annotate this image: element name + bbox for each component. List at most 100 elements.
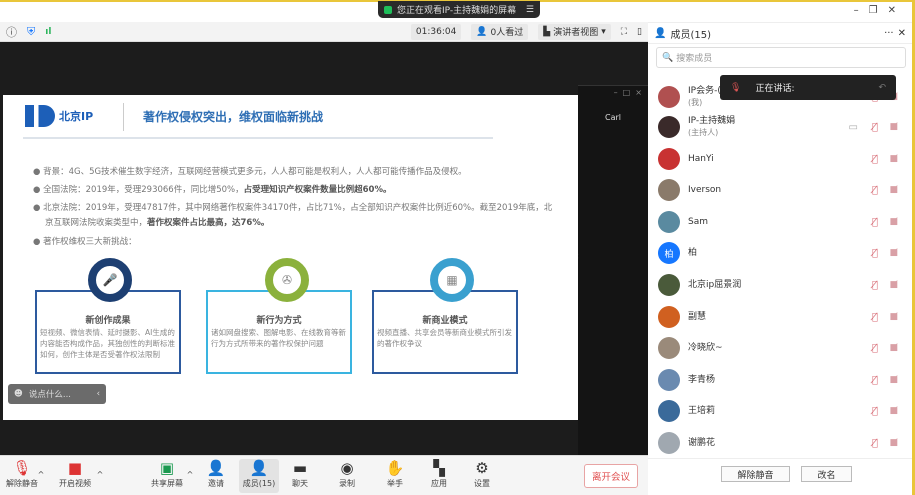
share-banner-text: 您正在观看IP-主持魏娟的屏幕 bbox=[397, 6, 517, 16]
share-options-chevron[interactable]: ^ bbox=[185, 470, 195, 479]
invite-button[interactable]: 👤 邀请 bbox=[196, 459, 236, 489]
avatar bbox=[658, 337, 680, 359]
member-row[interactable]: 谢鹏花 🎙̸ ■̸ bbox=[658, 429, 898, 457]
mic-muted-icon[interactable]: 🎙̸ bbox=[872, 280, 878, 291]
video-options-chevron[interactable]: ^ bbox=[95, 470, 105, 479]
share-banner[interactable]: 您正在观看IP-主持魏娟的屏幕 ☰ bbox=[378, 1, 540, 18]
share-screen-icon: ▣ bbox=[159, 459, 175, 477]
meeting-timer: 01:36:04 bbox=[410, 23, 462, 40]
member-row[interactable]: 冷晓欣~ 🎙̸ ■̸ bbox=[658, 334, 898, 362]
camera-off-icon[interactable]: ■̸ bbox=[889, 217, 898, 227]
more-icon[interactable]: ··· bbox=[884, 28, 894, 39]
unmute-all-button[interactable]: 解除静音 bbox=[721, 466, 790, 482]
camera-off-icon[interactable]: ■̸ bbox=[889, 375, 898, 385]
close-panel-icon[interactable]: ✕ bbox=[898, 28, 906, 39]
raise-hand-button[interactable]: ✋ 举手 bbox=[375, 459, 415, 489]
search-placeholder: 搜索成员 bbox=[676, 54, 713, 64]
info-bar: ⓘ ⛨ ıl 01:36:04 👤 0人看过 ▙ 演讲者视图 ▾ ⛶ ▯ bbox=[0, 22, 648, 42]
mic-muted-icon[interactable]: 🎙̸ bbox=[872, 312, 878, 323]
logo-mark-icon bbox=[25, 105, 55, 127]
view-mode-dropdown[interactable]: ▙ 演讲者视图 ▾ bbox=[538, 23, 611, 40]
close-icon[interactable]: ✕ bbox=[888, 5, 906, 16]
member-role: (主持人) bbox=[688, 128, 719, 137]
start-video-button[interactable]: ■ 开启视频 bbox=[55, 459, 95, 489]
member-name: Iverson bbox=[688, 184, 722, 195]
mic-muted-icon[interactable]: 🎙̸ bbox=[872, 122, 878, 133]
mic-muted-icon[interactable]: 🎙̸ bbox=[872, 406, 878, 417]
mic-muted-icon[interactable]: 🎙̸ bbox=[872, 343, 878, 354]
mic-muted-icon[interactable]: 🎙̸ bbox=[872, 185, 878, 196]
film-strip-icon: ▦ bbox=[430, 258, 474, 302]
fullscreen-icon[interactable]: ⛶ bbox=[621, 27, 627, 37]
member-name: Sam bbox=[688, 216, 708, 227]
shield-icon[interactable]: ⛨ bbox=[27, 25, 35, 39]
camera-off-icon[interactable]: ■̸ bbox=[889, 248, 898, 258]
viewers-button[interactable]: 👤 0人看过 bbox=[471, 23, 529, 40]
emoji-icon[interactable]: ☻ bbox=[14, 389, 23, 399]
mic-muted-icon[interactable]: 🎙̸ bbox=[872, 154, 878, 165]
meeting-toolbar: 🎙 解除静音 ^ ■ 开启视频 ^ ▣ 共享屏幕 ^ 👤 邀请 👤 成员(15) ▬ 聊天 … bbox=[0, 455, 648, 495]
sidebar-toggle-icon[interactable]: ▯ bbox=[637, 27, 642, 37]
chat-icon: ▬ bbox=[292, 459, 308, 477]
film-reel-icon: ✇ bbox=[265, 258, 309, 302]
member-row[interactable]: 李青杨 🎙̸ ■̸ bbox=[658, 366, 898, 394]
member-row[interactable]: Sam 🎙̸ ■̸ bbox=[658, 208, 898, 236]
camera-off-icon[interactable]: ■̸ bbox=[889, 154, 898, 164]
collapse-icon[interactable]: ‹ bbox=[97, 389, 100, 399]
chat-input[interactable]: ☻ 说点什么... ‹ bbox=[8, 384, 106, 404]
member-row[interactable]: HanYi 🎙̸ ■̸ bbox=[658, 145, 898, 173]
member-row[interactable]: 柏 柏 🎙̸ ■̸ bbox=[658, 239, 898, 267]
camera-off-icon[interactable]: ■̸ bbox=[889, 280, 898, 290]
restore-icon[interactable]: ❐ bbox=[869, 5, 888, 16]
member-search-input[interactable]: 🔍 搜索成员 bbox=[656, 47, 906, 68]
record-icon: ◉ bbox=[340, 459, 354, 477]
share-screen-button[interactable]: ▣ 共享屏幕 bbox=[145, 459, 189, 489]
view-mode-label: 演讲者视图 bbox=[553, 28, 599, 38]
chat-placeholder: 说点什么... bbox=[28, 390, 71, 400]
minimize-icon[interactable]: – bbox=[854, 5, 869, 16]
mic-muted-icon[interactable]: 🎙̸ bbox=[872, 375, 878, 386]
panel-header: 👤 成员(15) ··· ✕ bbox=[648, 22, 912, 44]
logo-text: 北京IP bbox=[59, 110, 94, 123]
member-row[interactable]: 副慧 🎙̸ ■̸ bbox=[658, 303, 898, 331]
mic-muted-icon[interactable]: 🎙̸ bbox=[872, 248, 878, 259]
info-icon[interactable]: ⓘ bbox=[6, 24, 17, 40]
camera-off-icon[interactable]: ■̸ bbox=[889, 312, 898, 322]
record-button[interactable]: ◉ 录制 bbox=[327, 459, 367, 489]
window-controls: –❐✕ bbox=[854, 5, 906, 16]
camera-off-icon[interactable]: ■̸ bbox=[889, 343, 898, 353]
window-controls: – □ × bbox=[613, 88, 642, 97]
member-row[interactable]: 北京ip屈景润 🎙̸ ■̸ bbox=[658, 271, 898, 299]
microphone-icon: 🎤 bbox=[88, 258, 132, 302]
settings-button[interactable]: ⚙ 设置 bbox=[462, 459, 502, 489]
camera-off-icon[interactable]: ■̸ bbox=[889, 122, 898, 132]
audio-options-chevron[interactable]: ^ bbox=[36, 470, 46, 479]
search-icon: 🔍 bbox=[662, 52, 674, 63]
bullet-2: ● 全国法院：2019年，受理293066件，同比增50%，占受理知识产权案件数… bbox=[33, 185, 392, 195]
speaking-label: 正在讲话: bbox=[755, 84, 795, 94]
member-row[interactable]: 王培莉 🎙̸ ■̸ bbox=[658, 397, 898, 425]
chat-button[interactable]: ▬ 聊天 bbox=[280, 459, 320, 489]
member-role: (我) bbox=[688, 98, 703, 107]
signal-icon[interactable]: ıl bbox=[45, 27, 51, 37]
member-row[interactable]: IP-主持魏娟 (主持人) ▭ 🎙̸ ■̸ bbox=[658, 113, 898, 141]
member-name: 谢鹏花 bbox=[688, 437, 716, 448]
collapse-arrow-icon[interactable]: ↶ bbox=[878, 83, 886, 93]
gear-icon: ⚙ bbox=[475, 459, 489, 477]
rename-button[interactable]: 改名 bbox=[801, 466, 852, 482]
mic-muted-icon[interactable]: 🎙̸ bbox=[872, 217, 878, 228]
meeting-view: 您正在观看IP-主持魏娟的屏幕 ☰ ⓘ ⛨ ıl 01:36:04 👤 0人看过 ▙… bbox=[0, 0, 648, 495]
avatar bbox=[658, 432, 680, 454]
members-button[interactable]: 👤 成员(15) bbox=[239, 459, 279, 493]
camera-off-icon[interactable]: ■̸ bbox=[889, 185, 898, 195]
camera-off-icon[interactable]: ■̸ bbox=[889, 438, 898, 448]
mic-muted-icon[interactable]: 🎙̸ bbox=[872, 438, 878, 449]
member-name: IP-主持魏娟 bbox=[688, 116, 736, 126]
slide-title: 著作权侵权突出，维权面临新挑战 bbox=[143, 110, 324, 124]
menu-icon[interactable]: ☰ bbox=[526, 5, 534, 15]
member-row[interactable]: Iverson 🎙̸ ■̸ bbox=[658, 176, 898, 204]
chevron-down-icon: ▾ bbox=[601, 26, 606, 37]
apps-button[interactable]: ▚ 应用 bbox=[419, 459, 459, 489]
leave-meeting-button[interactable]: 离开会议 bbox=[584, 464, 638, 488]
camera-off-icon[interactable]: ■̸ bbox=[889, 406, 898, 416]
